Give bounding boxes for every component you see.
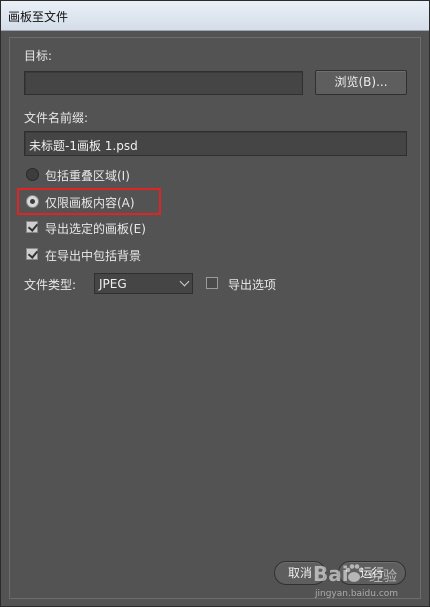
browse-button[interactable]: 浏览(B)... <box>315 70 407 95</box>
prefix-value: 未标题-1画板 1.psd <box>29 139 138 153</box>
export-options-checkbox[interactable] <box>206 277 218 289</box>
chevron-down-icon <box>179 276 190 287</box>
export-selected-checkbox[interactable] <box>26 221 38 233</box>
artboard-content-only-label: 仅限画板内容(A) <box>45 196 135 210</box>
include-background-label: 在导出中包括背景 <box>45 249 142 263</box>
destination-input[interactable] <box>24 71 303 95</box>
artboards-to-files-dialog: 画板至文件 目标: 浏览(B)... 文件名前缀: 未标题-1画板 1.psd … <box>0 0 430 607</box>
include-background-checkbox[interactable] <box>26 248 38 260</box>
paw-icon <box>345 564 364 582</box>
file-type-value: JPEG <box>99 277 127 291</box>
export-selected-label: 导出选定的画板(E) <box>45 222 146 236</box>
include-overlap-label: 包括重叠区域(I) <box>45 169 130 183</box>
file-type-select[interactable]: JPEG <box>94 273 193 294</box>
artboard-content-only-radio[interactable] <box>26 195 39 208</box>
watermark-brand-cn: 经验 <box>369 569 397 585</box>
window-title: 画板至文件 <box>8 10 69 24</box>
title-bar: 画板至文件 <box>1 1 429 31</box>
prefix-label: 文件名前缀: <box>24 111 89 125</box>
watermark-url: jingyan.baidu.com <box>315 589 399 599</box>
include-overlap-radio[interactable] <box>26 168 39 181</box>
prefix-input[interactable]: 未标题-1画板 1.psd <box>24 131 407 156</box>
baidu-jingyan-watermark: Bai 经验 jingyan.baidu.com <box>313 558 421 604</box>
file-type-label: 文件类型: <box>24 278 77 292</box>
destination-label: 目标: <box>24 49 53 63</box>
export-options-label: 导出选项 <box>228 278 277 292</box>
